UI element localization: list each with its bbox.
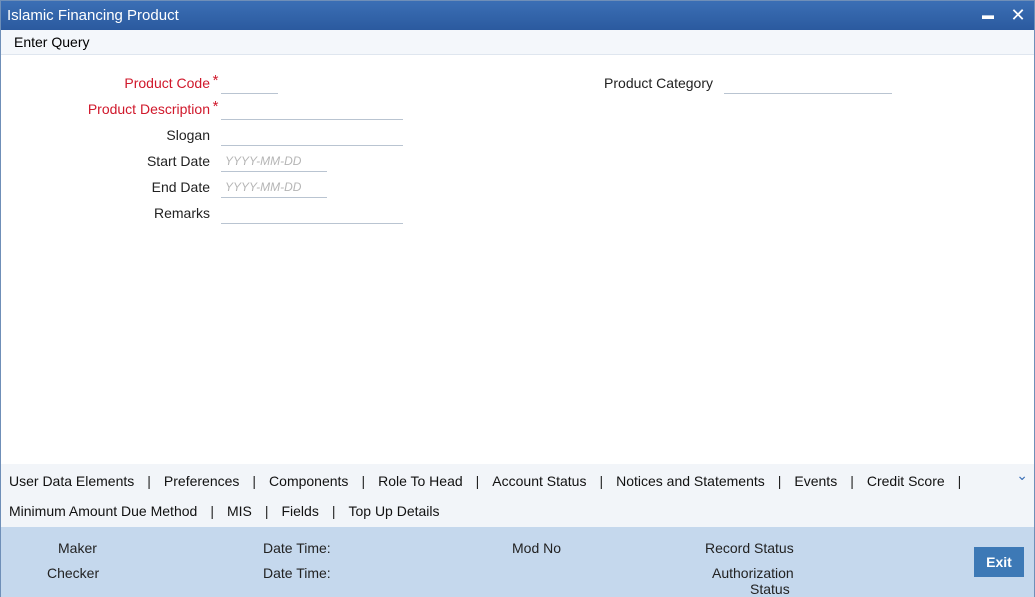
product-description-row: Product Description * — [1, 96, 403, 122]
end-date-label: End Date — [151, 179, 210, 195]
slogan-input[interactable] — [221, 124, 403, 146]
tab-separator: | — [264, 503, 269, 519]
product-code-input[interactable] — [221, 72, 278, 94]
enter-query-button[interactable]: Enter Query — [14, 34, 89, 50]
required-marker: * — [212, 98, 219, 115]
tab-fields[interactable]: Fields — [281, 503, 318, 519]
checker-date-time-label: Date Time: — [263, 565, 331, 581]
toolbar: Enter Query — [1, 30, 1034, 55]
close-icon[interactable]: ✕ — [1008, 5, 1028, 25]
title-bar: Islamic Financing Product ▬ ✕ — [1, 1, 1034, 30]
remarks-input[interactable] — [221, 202, 403, 224]
tab-mis[interactable]: MIS — [227, 503, 252, 519]
tab-separator: | — [147, 473, 151, 489]
tab-separator: | — [850, 473, 854, 489]
tab-row-1: User Data Elements | Preferences | Compo… — [9, 470, 974, 492]
tab-separator: | — [599, 473, 604, 489]
tab-separator: | — [210, 503, 214, 519]
tab-separator: | — [475, 473, 480, 489]
remarks-row: Remarks — [1, 200, 403, 226]
maker-date-time-label: Date Time: — [263, 540, 331, 556]
tab-top-up-details[interactable]: Top Up Details — [348, 503, 439, 519]
tab-separator: | — [361, 473, 366, 489]
product-description-label: Product Description — [87, 101, 210, 117]
record-status-label: Record Status — [705, 540, 794, 556]
authorization-status-label-line1: Authorization — [712, 565, 794, 581]
product-category-input[interactable] — [724, 72, 892, 94]
window-title: Islamic Financing Product — [7, 7, 179, 24]
end-date-input[interactable] — [221, 176, 327, 198]
tab-separator: | — [957, 473, 962, 489]
start-date-row: Start Date — [1, 148, 327, 174]
maker-label: Maker — [58, 540, 97, 556]
tab-separator: | — [777, 473, 782, 489]
tab-credit-score[interactable]: Credit Score — [867, 473, 945, 489]
product-category-label: Product Category — [604, 75, 713, 91]
minimize-icon[interactable]: ▬ — [978, 5, 998, 25]
tab-role-to-head[interactable]: Role To Head — [378, 473, 463, 489]
tab-separator: | — [331, 503, 336, 519]
product-category-row: Product Category — [501, 70, 892, 96]
start-date-label: Start Date — [146, 153, 210, 169]
tab-separator: | — [252, 473, 257, 489]
tab-notices-and-statements[interactable]: Notices and Statements — [616, 473, 765, 489]
product-description-input[interactable] — [221, 98, 403, 120]
mod-no-label: Mod No — [512, 540, 562, 556]
subsystem-tabs: User Data Elements | Preferences | Compo… — [1, 464, 1034, 527]
authorization-status-label-line2: Status — [750, 581, 790, 597]
tab-components[interactable]: Components — [269, 473, 348, 489]
tab-events[interactable]: Events — [794, 473, 837, 489]
tab-minimum-amount-due-method[interactable]: Minimum Amount Due Method — [9, 503, 197, 519]
end-date-row: End Date — [1, 174, 327, 200]
window-controls: ▬ ✕ — [978, 5, 1028, 25]
start-date-input[interactable] — [221, 150, 327, 172]
slogan-label: Slogan — [166, 127, 210, 143]
chevron-down-icon[interactable]: ⌄ — [1016, 467, 1028, 484]
slogan-row: Slogan — [1, 122, 403, 148]
remarks-label: Remarks — [153, 205, 210, 221]
audit-footer: Maker Checker Date Time: Date Time: Mod … — [1, 527, 1034, 597]
main-window: Islamic Financing Product ▬ ✕ Enter Quer… — [0, 0, 1035, 597]
tab-account-status[interactable]: Account Status — [492, 473, 586, 489]
exit-button[interactable]: Exit — [974, 547, 1024, 577]
checker-label: Checker — [47, 565, 100, 581]
tab-user-data-elements[interactable]: User Data Elements — [9, 473, 134, 489]
tab-preferences[interactable]: Preferences — [164, 473, 239, 489]
tab-row-2: Minimum Amount Due Method | MIS | Fields… — [9, 500, 440, 522]
product-code-label: Product Code — [124, 75, 210, 91]
product-code-row: Product Code * — [1, 70, 278, 96]
product-form: Product Code * Product Description * Slo… — [1, 55, 1034, 463]
required-marker: * — [212, 72, 219, 89]
